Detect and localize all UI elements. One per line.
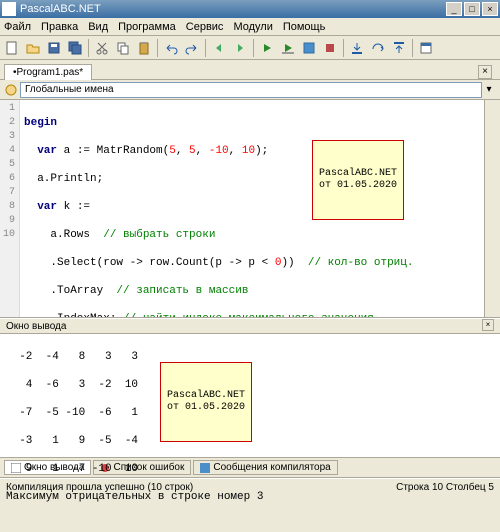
save-all-icon[interactable] <box>65 38 85 58</box>
step-out-icon[interactable] <box>389 38 409 58</box>
watermark-output: PascalABC.NETот 01.05.2020 <box>160 362 252 442</box>
tab-close-icon[interactable]: × <box>478 65 492 79</box>
save-icon[interactable] <box>44 38 64 58</box>
app-icon <box>2 2 16 16</box>
toolbar <box>0 36 500 60</box>
menu-edit[interactable]: Правка <box>41 21 78 33</box>
nav-dropdown[interactable]: Глобальные имена <box>20 82 482 98</box>
vertical-scrollbar[interactable] <box>484 100 500 317</box>
tabbar: •Program1.pas* × <box>0 60 500 80</box>
back-icon[interactable] <box>209 38 229 58</box>
maximize-button[interactable]: □ <box>464 2 480 16</box>
output-panel-title: Окно вывода × <box>0 318 500 334</box>
compile-icon[interactable] <box>299 38 319 58</box>
nav-icon <box>4 83 18 97</box>
open-file-icon[interactable] <box>23 38 43 58</box>
titlebar: PascalABC.NET _ □ × <box>0 0 500 18</box>
minimize-button[interactable]: _ <box>446 2 462 16</box>
menu-view[interactable]: Вид <box>88 21 108 33</box>
menu-service[interactable]: Сервис <box>186 21 224 33</box>
new-file-icon[interactable] <box>2 38 22 58</box>
output-area[interactable]: -2 -4 8 3 3 4 -6 3 -2 10 -7 -5 -10 -6 1 … <box>0 334 500 458</box>
copy-icon[interactable] <box>113 38 133 58</box>
step-over-icon[interactable] <box>368 38 388 58</box>
run-icon[interactable] <box>257 38 277 58</box>
code-area[interactable]: begin var a := MatrRandom(5, 5, -10, 10)… <box>20 100 484 317</box>
menu-modules[interactable]: Модули <box>233 21 272 33</box>
paste-icon[interactable] <box>134 38 154 58</box>
stop-icon[interactable] <box>320 38 340 58</box>
forward-icon[interactable] <box>230 38 250 58</box>
form-icon[interactable] <box>416 38 436 58</box>
pin-icon[interactable]: × <box>482 319 494 331</box>
menubar: Файл Правка Вид Программа Сервис Модули … <box>0 18 500 36</box>
close-button[interactable]: × <box>482 2 498 16</box>
menu-program[interactable]: Программа <box>118 21 176 33</box>
watermark: PascalABC.NETот 01.05.2020 <box>312 140 404 220</box>
file-tab[interactable]: •Program1.pas* <box>4 64 92 80</box>
undo-icon[interactable] <box>161 38 181 58</box>
menu-help[interactable]: Помощь <box>283 21 326 33</box>
line-gutter: 12345678910 <box>0 100 20 317</box>
editor: 12345678910 begin var a := MatrRandom(5,… <box>0 100 500 318</box>
navbar: Глобальные имена ▾ <box>0 80 500 100</box>
cut-icon[interactable] <box>92 38 112 58</box>
redo-icon[interactable] <box>182 38 202 58</box>
run-alt-icon[interactable] <box>278 38 298 58</box>
step-into-icon[interactable] <box>347 38 367 58</box>
nav-dropdown-arrow-icon[interactable]: ▾ <box>482 84 496 95</box>
menu-file[interactable]: Файл <box>4 21 31 33</box>
window-title: PascalABC.NET <box>20 3 446 15</box>
window-buttons: _ □ × <box>446 2 498 16</box>
